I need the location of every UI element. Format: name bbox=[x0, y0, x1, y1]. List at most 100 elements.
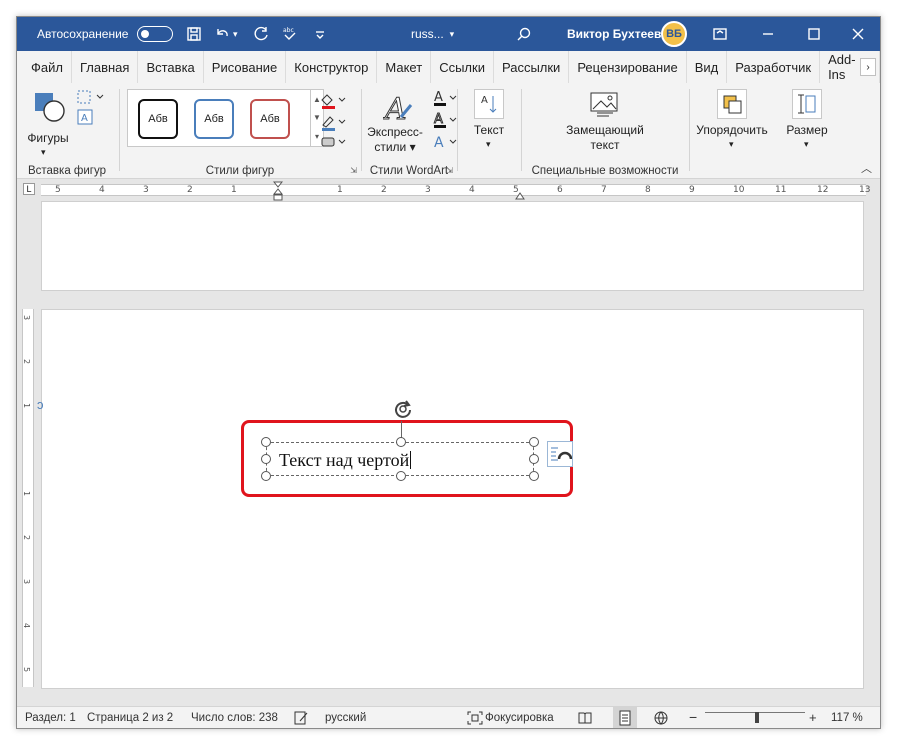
undo-icon[interactable] bbox=[211, 17, 233, 51]
undo-dropdown-icon[interactable]: ▾ bbox=[233, 17, 238, 51]
shapes-dropdown-icon[interactable]: ▾ bbox=[41, 147, 46, 158]
page-2[interactable] bbox=[41, 309, 864, 689]
tab-developer[interactable]: Разработчик bbox=[727, 51, 821, 83]
document-name[interactable]: russ... ▾ bbox=[411, 17, 454, 51]
read-mode-icon[interactable] bbox=[577, 710, 593, 728]
shape-styles-gallery: Абв Абв Абв bbox=[127, 89, 311, 147]
shape-style-chip-blue[interactable]: Абв bbox=[194, 99, 234, 139]
collapse-ribbon-icon[interactable]: ︿ bbox=[861, 160, 872, 176]
group-accessibility: Замещающий текст Специальные возможности bbox=[523, 83, 687, 179]
resize-handle-top-right[interactable] bbox=[529, 437, 539, 447]
text-dropdown-icon[interactable]: ▾ bbox=[486, 139, 491, 150]
group-size: Размер ▾ bbox=[775, 83, 839, 179]
layout-options-icon[interactable] bbox=[547, 441, 573, 467]
resize-handle-top[interactable] bbox=[396, 437, 406, 447]
tab-view[interactable]: Вид bbox=[687, 51, 728, 83]
close-icon[interactable] bbox=[847, 17, 869, 51]
alt-text-label[interactable]: Замещающий текст bbox=[523, 123, 687, 153]
tab-home[interactable]: Главная bbox=[72, 51, 139, 83]
zoom-in-button[interactable]: + bbox=[809, 710, 817, 725]
group-label-shape-styles: Стили фигур bbox=[205, 165, 275, 177]
language-indicator[interactable]: русский bbox=[325, 712, 366, 724]
web-layout-icon[interactable] bbox=[653, 710, 669, 728]
text-box-content[interactable]: Текст над чертой bbox=[279, 450, 412, 471]
tab-file[interactable]: Файл bbox=[23, 51, 72, 83]
avatar[interactable]: ВБ bbox=[661, 17, 687, 51]
arrange-label[interactable]: Упорядочить bbox=[691, 123, 773, 138]
tab-mailings[interactable]: Рассылки bbox=[494, 51, 570, 83]
ribbon-display-icon[interactable] bbox=[709, 17, 731, 51]
redo-icon[interactable] bbox=[251, 17, 273, 51]
svg-text:A: A bbox=[481, 95, 488, 106]
arrange-icon[interactable] bbox=[717, 89, 747, 119]
text-label[interactable]: Текст bbox=[459, 123, 519, 138]
resize-handle-right[interactable] bbox=[529, 454, 539, 464]
shape-effects-icon[interactable] bbox=[319, 135, 347, 152]
page-indicator[interactable]: Страница 2 из 2 bbox=[87, 712, 173, 724]
ruler-number: 10 bbox=[733, 185, 745, 195]
search-icon[interactable] bbox=[513, 17, 535, 51]
maximize-icon[interactable] bbox=[803, 17, 825, 51]
resize-handle-bottom[interactable] bbox=[396, 471, 406, 481]
tab-insert[interactable]: Вставка bbox=[138, 51, 204, 83]
tab-layout[interactable]: Макет bbox=[377, 51, 432, 83]
text-fill-icon[interactable]: A bbox=[433, 89, 459, 110]
word-count[interactable]: Число слов: 238 bbox=[191, 712, 278, 724]
resize-handle-top-left[interactable] bbox=[261, 437, 271, 447]
group-separator bbox=[119, 89, 120, 171]
size-label[interactable]: Размер bbox=[775, 123, 839, 138]
tab-draw[interactable]: Рисование bbox=[204, 51, 287, 83]
user-name[interactable]: Виктор Бухтеев bbox=[567, 17, 661, 51]
size-icon[interactable] bbox=[792, 89, 822, 119]
wordart-launcher-icon[interactable]: ⇲ bbox=[446, 166, 453, 175]
tab-review[interactable]: Рецензирование bbox=[569, 51, 687, 83]
zoom-slider-thumb[interactable] bbox=[755, 712, 759, 723]
text-cursor bbox=[410, 451, 412, 469]
proofing-icon[interactable] bbox=[293, 710, 309, 728]
svg-text:A: A bbox=[434, 112, 443, 127]
text-outline-icon[interactable]: A bbox=[433, 111, 459, 132]
page-1[interactable] bbox=[41, 201, 864, 291]
svg-text:abc: abc bbox=[283, 27, 294, 34]
zoom-level[interactable]: 117 % bbox=[831, 712, 863, 724]
tab-design[interactable]: Конструктор bbox=[286, 51, 378, 83]
vruler-number: 1 bbox=[22, 402, 32, 409]
anchor-icon[interactable]: ↄ bbox=[37, 397, 44, 412]
shape-styles-launcher-icon[interactable]: ⇲ bbox=[350, 166, 357, 175]
text-box-icon[interactable]: A bbox=[77, 109, 93, 128]
focus-icon[interactable] bbox=[467, 711, 483, 728]
shape-style-chip-red[interactable]: Абв bbox=[250, 99, 290, 139]
size-dropdown-icon[interactable]: ▾ bbox=[804, 139, 809, 150]
edit-shape-icon[interactable] bbox=[77, 89, 105, 108]
section-indicator[interactable]: Раздел: 1 bbox=[25, 712, 76, 724]
alt-text-icon[interactable] bbox=[589, 91, 621, 120]
shapes-icon[interactable] bbox=[33, 91, 67, 126]
resize-handle-bottom-right[interactable] bbox=[529, 471, 539, 481]
focus-mode-label[interactable]: Фокусировка bbox=[485, 712, 554, 724]
vruler-number: 5 bbox=[22, 666, 32, 673]
shape-fill-icon[interactable] bbox=[319, 91, 347, 112]
svg-text:A: A bbox=[81, 113, 88, 124]
minimize-icon[interactable] bbox=[757, 17, 779, 51]
svg-text:A: A bbox=[434, 90, 443, 105]
shapes-label[interactable]: Фигуры bbox=[25, 131, 71, 146]
resize-handle-bottom-left[interactable] bbox=[261, 471, 271, 481]
quick-styles-icon[interactable]: A bbox=[382, 91, 415, 128]
tab-references[interactable]: Ссылки bbox=[431, 51, 494, 83]
quick-styles-label[interactable]: Экспресс- стили ▾ bbox=[363, 125, 427, 155]
spelling-icon[interactable]: abc bbox=[279, 17, 301, 51]
rotate-handle-icon[interactable] bbox=[391, 397, 415, 421]
text-effects-icon[interactable]: A bbox=[433, 133, 459, 154]
shape-outline-icon[interactable] bbox=[319, 113, 347, 134]
zoom-out-button[interactable]: − bbox=[689, 709, 697, 725]
autosave-toggle[interactable] bbox=[137, 17, 173, 51]
save-icon[interactable] bbox=[183, 17, 205, 51]
resize-handle-left[interactable] bbox=[261, 454, 271, 464]
qat-options-icon[interactable] bbox=[309, 17, 331, 51]
shape-style-chip-black[interactable]: Абв bbox=[138, 99, 178, 139]
tabs-scroll-right-icon[interactable]: › bbox=[860, 58, 876, 76]
tab-selector-icon[interactable]: L bbox=[23, 183, 35, 195]
print-layout-icon[interactable] bbox=[613, 707, 637, 728]
arrange-dropdown-icon[interactable]: ▾ bbox=[729, 139, 734, 150]
text-direction-icon[interactable]: A bbox=[474, 89, 504, 119]
